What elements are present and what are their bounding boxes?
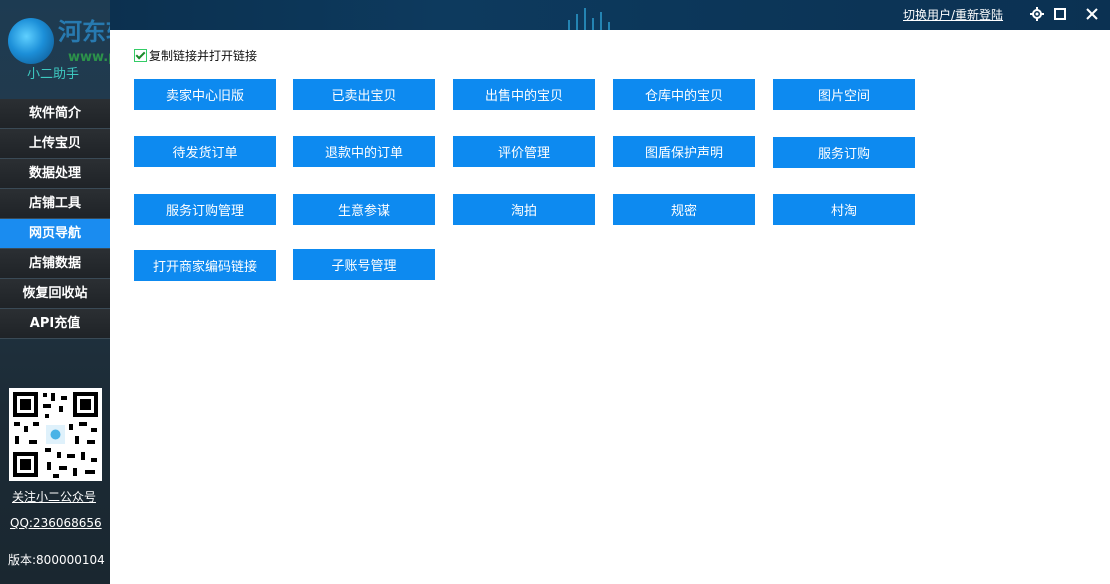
sidebar-item-web-nav[interactable]: 网页导航 — [0, 219, 110, 249]
sidebar-item-shop-data[interactable]: 店铺数据 — [0, 249, 110, 279]
sidebar: 河东软件园 www.pc0359.cn 小二助手 软件简介 上传宝贝 数据处理 … — [0, 0, 110, 584]
qq-link[interactable]: QQ:236068656 — [10, 516, 102, 530]
warehouse-items-button[interactable]: 仓库中的宝贝 — [613, 79, 755, 110]
gear-icon[interactable] — [1027, 4, 1047, 24]
sidebar-item-intro[interactable]: 软件简介 — [0, 99, 110, 129]
title-bar: 切换用户/重新登陆 — [0, 0, 1110, 30]
main-panel: 复制链接并打开链接 卖家中心旧版 已卖出宝贝 出售中的宝贝 仓库中的宝贝 图片空… — [110, 30, 1110, 584]
copy-link-label[interactable]: 复制链接并打开链接 — [149, 47, 257, 64]
service-subscribe-mgmt-button[interactable]: 服务订购管理 — [134, 194, 276, 225]
version-label: 版本:800000104 — [8, 553, 105, 567]
guimi-button[interactable]: 规密 — [613, 194, 755, 225]
close-icon[interactable] — [1082, 4, 1102, 24]
pending-shipment-button[interactable]: 待发货订单 — [134, 136, 276, 167]
switch-user-link[interactable]: 切换用户/重新登陆 — [903, 6, 1003, 23]
sidebar-item-recycle-bin[interactable]: 恢复回收站 — [0, 279, 110, 309]
on-sale-items-button[interactable]: 出售中的宝贝 — [453, 79, 595, 110]
follow-wechat-link[interactable]: 关注小二公众号 — [12, 488, 96, 505]
cuntao-button[interactable]: 村淘 — [773, 194, 915, 225]
app-name: 小二助手 — [27, 67, 80, 82]
refund-orders-button[interactable]: 退款中的订单 — [293, 136, 435, 167]
qr-code — [9, 388, 102, 481]
image-space-button[interactable]: 图片空间 — [773, 79, 915, 110]
watermark-text: 河东软件园 — [58, 17, 110, 46]
review-management-button[interactable]: 评价管理 — [453, 136, 595, 167]
copy-link-option: 复制链接并打开链接 — [134, 47, 257, 64]
app-logo-icon — [8, 18, 54, 64]
sidebar-nav: 软件简介 上传宝贝 数据处理 店铺工具 网页导航 店铺数据 恢复回收站 API充… — [0, 99, 110, 339]
decorative-bars — [560, 8, 620, 30]
merchant-code-link-button[interactable]: 打开商家编码链接 — [134, 250, 276, 281]
sidebar-item-shop-tools[interactable]: 店铺工具 — [0, 189, 110, 219]
taopai-button[interactable]: 淘拍 — [453, 194, 595, 225]
service-subscribe-button[interactable]: 服务订购 — [773, 137, 915, 168]
logo: 河东软件园 www.pc0359.cn 小二助手 — [0, 0, 110, 98]
sidebar-item-upload[interactable]: 上传宝贝 — [0, 129, 110, 159]
seller-center-old-button[interactable]: 卖家中心旧版 — [134, 79, 276, 110]
maximize-icon[interactable] — [1050, 4, 1070, 24]
sidebar-item-data-processing[interactable]: 数据处理 — [0, 159, 110, 189]
sidebar-item-api-recharge[interactable]: API充值 — [0, 309, 110, 339]
image-shield-button[interactable]: 图盾保护声明 — [613, 136, 755, 167]
sold-items-button[interactable]: 已卖出宝贝 — [293, 79, 435, 110]
sub-account-button[interactable]: 子账号管理 — [293, 249, 435, 280]
business-advisor-button[interactable]: 生意参谋 — [293, 194, 435, 225]
copy-link-checkbox[interactable] — [134, 49, 147, 62]
